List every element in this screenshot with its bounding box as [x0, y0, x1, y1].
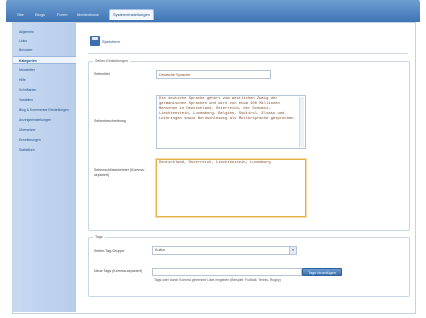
description-label: Seitenbeschreibung: [94, 119, 126, 123]
tags-legend: Tags: [95, 235, 103, 239]
tags-hint: Tags oder durch Komma getrennte Liste ei…: [154, 278, 281, 282]
tag-group-label: Seiten-Tag-Gruppe: [94, 249, 125, 253]
main-panel: Speichern Seiten-Einstellungen Seitentit…: [80, 23, 413, 312]
new-tags-input[interactable]: [152, 268, 302, 276]
sidebar-item-anzeige[interactable]: Anzeigeeinstellungen: [19, 116, 74, 124]
tag-group-select[interactable]: Kultur ▼: [152, 246, 297, 255]
description-text: Die deutsche Sprache gehört zum westlich…: [159, 97, 296, 121]
chevron-down-icon: ▼: [289, 247, 296, 254]
keywords-label: Seitenschlüsselwörter (Komma-separiert): [94, 168, 145, 177]
tab-medienbank[interactable]: Medienbank: [74, 10, 102, 19]
tab-systemeinstellungen[interactable]: Systemeinstellungen: [109, 9, 154, 20]
add-tags-button[interactable]: Tags hinzufügen: [302, 268, 342, 276]
sidebar-item-uebersetzer[interactable]: Übersetzer: [19, 126, 74, 134]
save-disk-icon: [90, 36, 100, 46]
sidebar: Allgemein Links Benutzer Kategorien News…: [13, 23, 76, 312]
sidebar-item-blog-kommentar[interactable]: Blog & Kommentar Einstellungen: [19, 106, 74, 114]
sidebar-item-benutzer[interactable]: Benutzer: [19, 46, 74, 54]
tab-blogs[interactable]: Blogs: [32, 10, 48, 19]
tab-site[interactable]: Site: [14, 10, 27, 19]
sidebar-item-statistiken[interactable]: Statistiken: [19, 146, 74, 154]
sidebar-item-newsletter[interactable]: Newsletter: [19, 66, 74, 74]
sidebar-item-hilfe[interactable]: Hilfe: [19, 76, 74, 84]
save-button[interactable]: Speichern: [90, 35, 120, 47]
sidebar-item-links[interactable]: Links: [19, 37, 74, 45]
sidebar-item-erweiterungen[interactable]: Erweiterungen: [19, 136, 74, 144]
toolbar-divider: [88, 53, 408, 54]
save-label: Speichern: [102, 38, 121, 44]
seo-legend: Seiten-Einstellungen: [95, 59, 128, 63]
tags-fieldset: Tags: [88, 235, 410, 297]
keywords-textarea[interactable]: Deutschland, Österreich, Liechtenstein, …: [156, 159, 306, 217]
sidebar-item-kategorien[interactable]: Kategorien: [13, 56, 76, 64]
title-input[interactable]: Deutsche Sprache: [156, 70, 271, 79]
sidebar-item-schriftarten[interactable]: Schriftarten: [19, 86, 74, 94]
title-label: Seitentitel: [94, 72, 110, 76]
description-scrollbar[interactable]: [299, 97, 304, 147]
new-tags-label: Neue Tags (Komma-separiert): [94, 269, 143, 273]
tag-group-value: Kultur: [155, 248, 165, 252]
sidebar-item-variablen[interactable]: Variablen: [19, 96, 74, 104]
description-textarea[interactable]: Die deutsche Sprache gehört zum westlich…: [156, 95, 306, 149]
sidebar-item-allgemein[interactable]: Allgemein: [19, 28, 74, 36]
tab-foren[interactable]: Foren: [54, 10, 70, 19]
